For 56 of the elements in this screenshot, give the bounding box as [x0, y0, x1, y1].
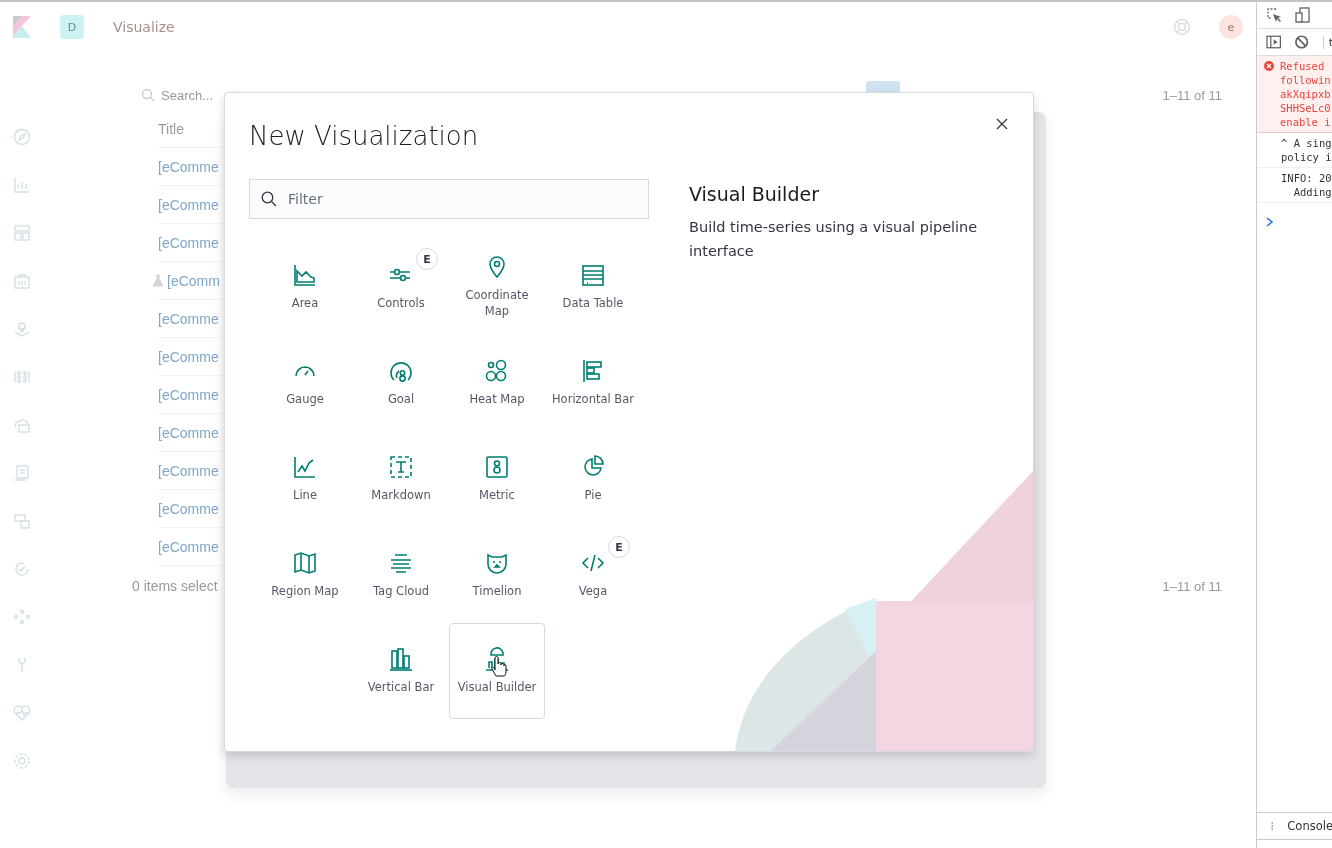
details-description: Build time-series using a visual pipeline interface	[689, 218, 979, 261]
clear-icon[interactable]	[1294, 34, 1310, 50]
text-frame-icon	[389, 455, 413, 479]
error-icon	[1264, 61, 1274, 71]
app-title: Visualize	[113, 19, 175, 35]
pagination-text: 1–11 of 11	[1162, 578, 1222, 594]
compass-icon[interactable]	[13, 128, 31, 146]
close-button[interactable]	[994, 116, 1010, 132]
vertical-bar-icon	[389, 647, 413, 671]
close-icon	[996, 118, 1008, 130]
prompt-icon	[1266, 217, 1274, 227]
circles-icon	[485, 359, 509, 383]
heart-icon[interactable]	[13, 704, 31, 722]
area-chart-icon	[293, 263, 317, 287]
console-message: INFO: 20 Adding	[1281, 171, 1332, 199]
console-message: ^ A sing policy i	[1281, 136, 1332, 164]
search-icon	[261, 191, 277, 207]
map-icon	[293, 551, 317, 575]
details-title: Visual Builder	[689, 183, 820, 205]
visualization-type[interactable]: Visual Builder	[449, 623, 545, 719]
document-icon[interactable]	[13, 464, 31, 482]
tag-cloud-icon	[389, 551, 413, 575]
filter-field[interactable]: Filter	[249, 179, 649, 219]
horizontal-bar-icon	[581, 359, 605, 383]
goal-icon	[389, 359, 413, 383]
metric-icon	[485, 455, 509, 479]
nodes-icon[interactable]	[13, 608, 31, 626]
pointer-cursor-icon	[491, 656, 507, 678]
console-tab[interactable]: Console	[1287, 819, 1332, 833]
briefcase-icon[interactable]	[13, 272, 31, 290]
pagination-text: 1–11 of 11	[1162, 87, 1222, 103]
experimental-badge: E	[416, 248, 438, 270]
device-icon[interactable]	[1295, 7, 1311, 23]
dots-icon[interactable]	[13, 368, 31, 386]
settings-icon[interactable]	[13, 752, 31, 770]
console-message: Refused followin akXqipxb SHHSeLc0 enable i	[1280, 59, 1331, 129]
experimental-badge: E	[608, 536, 630, 558]
modal-title: New Visualization	[249, 121, 479, 153]
chart-icon[interactable]	[13, 176, 31, 194]
map-pin-icon[interactable]	[13, 320, 31, 338]
table-icon	[581, 263, 605, 287]
monitors-icon[interactable]	[13, 512, 31, 530]
inspect-icon[interactable]	[1266, 7, 1282, 23]
check-circle-icon[interactable]	[13, 560, 31, 578]
bar-builder-icon	[485, 647, 509, 671]
filter-text[interactable]: t	[1322, 35, 1332, 49]
sidebar-toggle-icon[interactable]	[1266, 34, 1282, 50]
pie-chart-icon	[581, 455, 605, 479]
help-icon[interactable]	[1173, 18, 1191, 36]
more-icon[interactable]	[1271, 819, 1274, 833]
layout-icon[interactable]	[13, 224, 31, 242]
selection-count: 0 items select	[132, 578, 218, 594]
search-field[interactable]: Search...	[161, 87, 223, 103]
line-chart-icon	[293, 455, 317, 479]
search-icon	[141, 88, 155, 102]
cloud-icon[interactable]	[13, 416, 31, 434]
